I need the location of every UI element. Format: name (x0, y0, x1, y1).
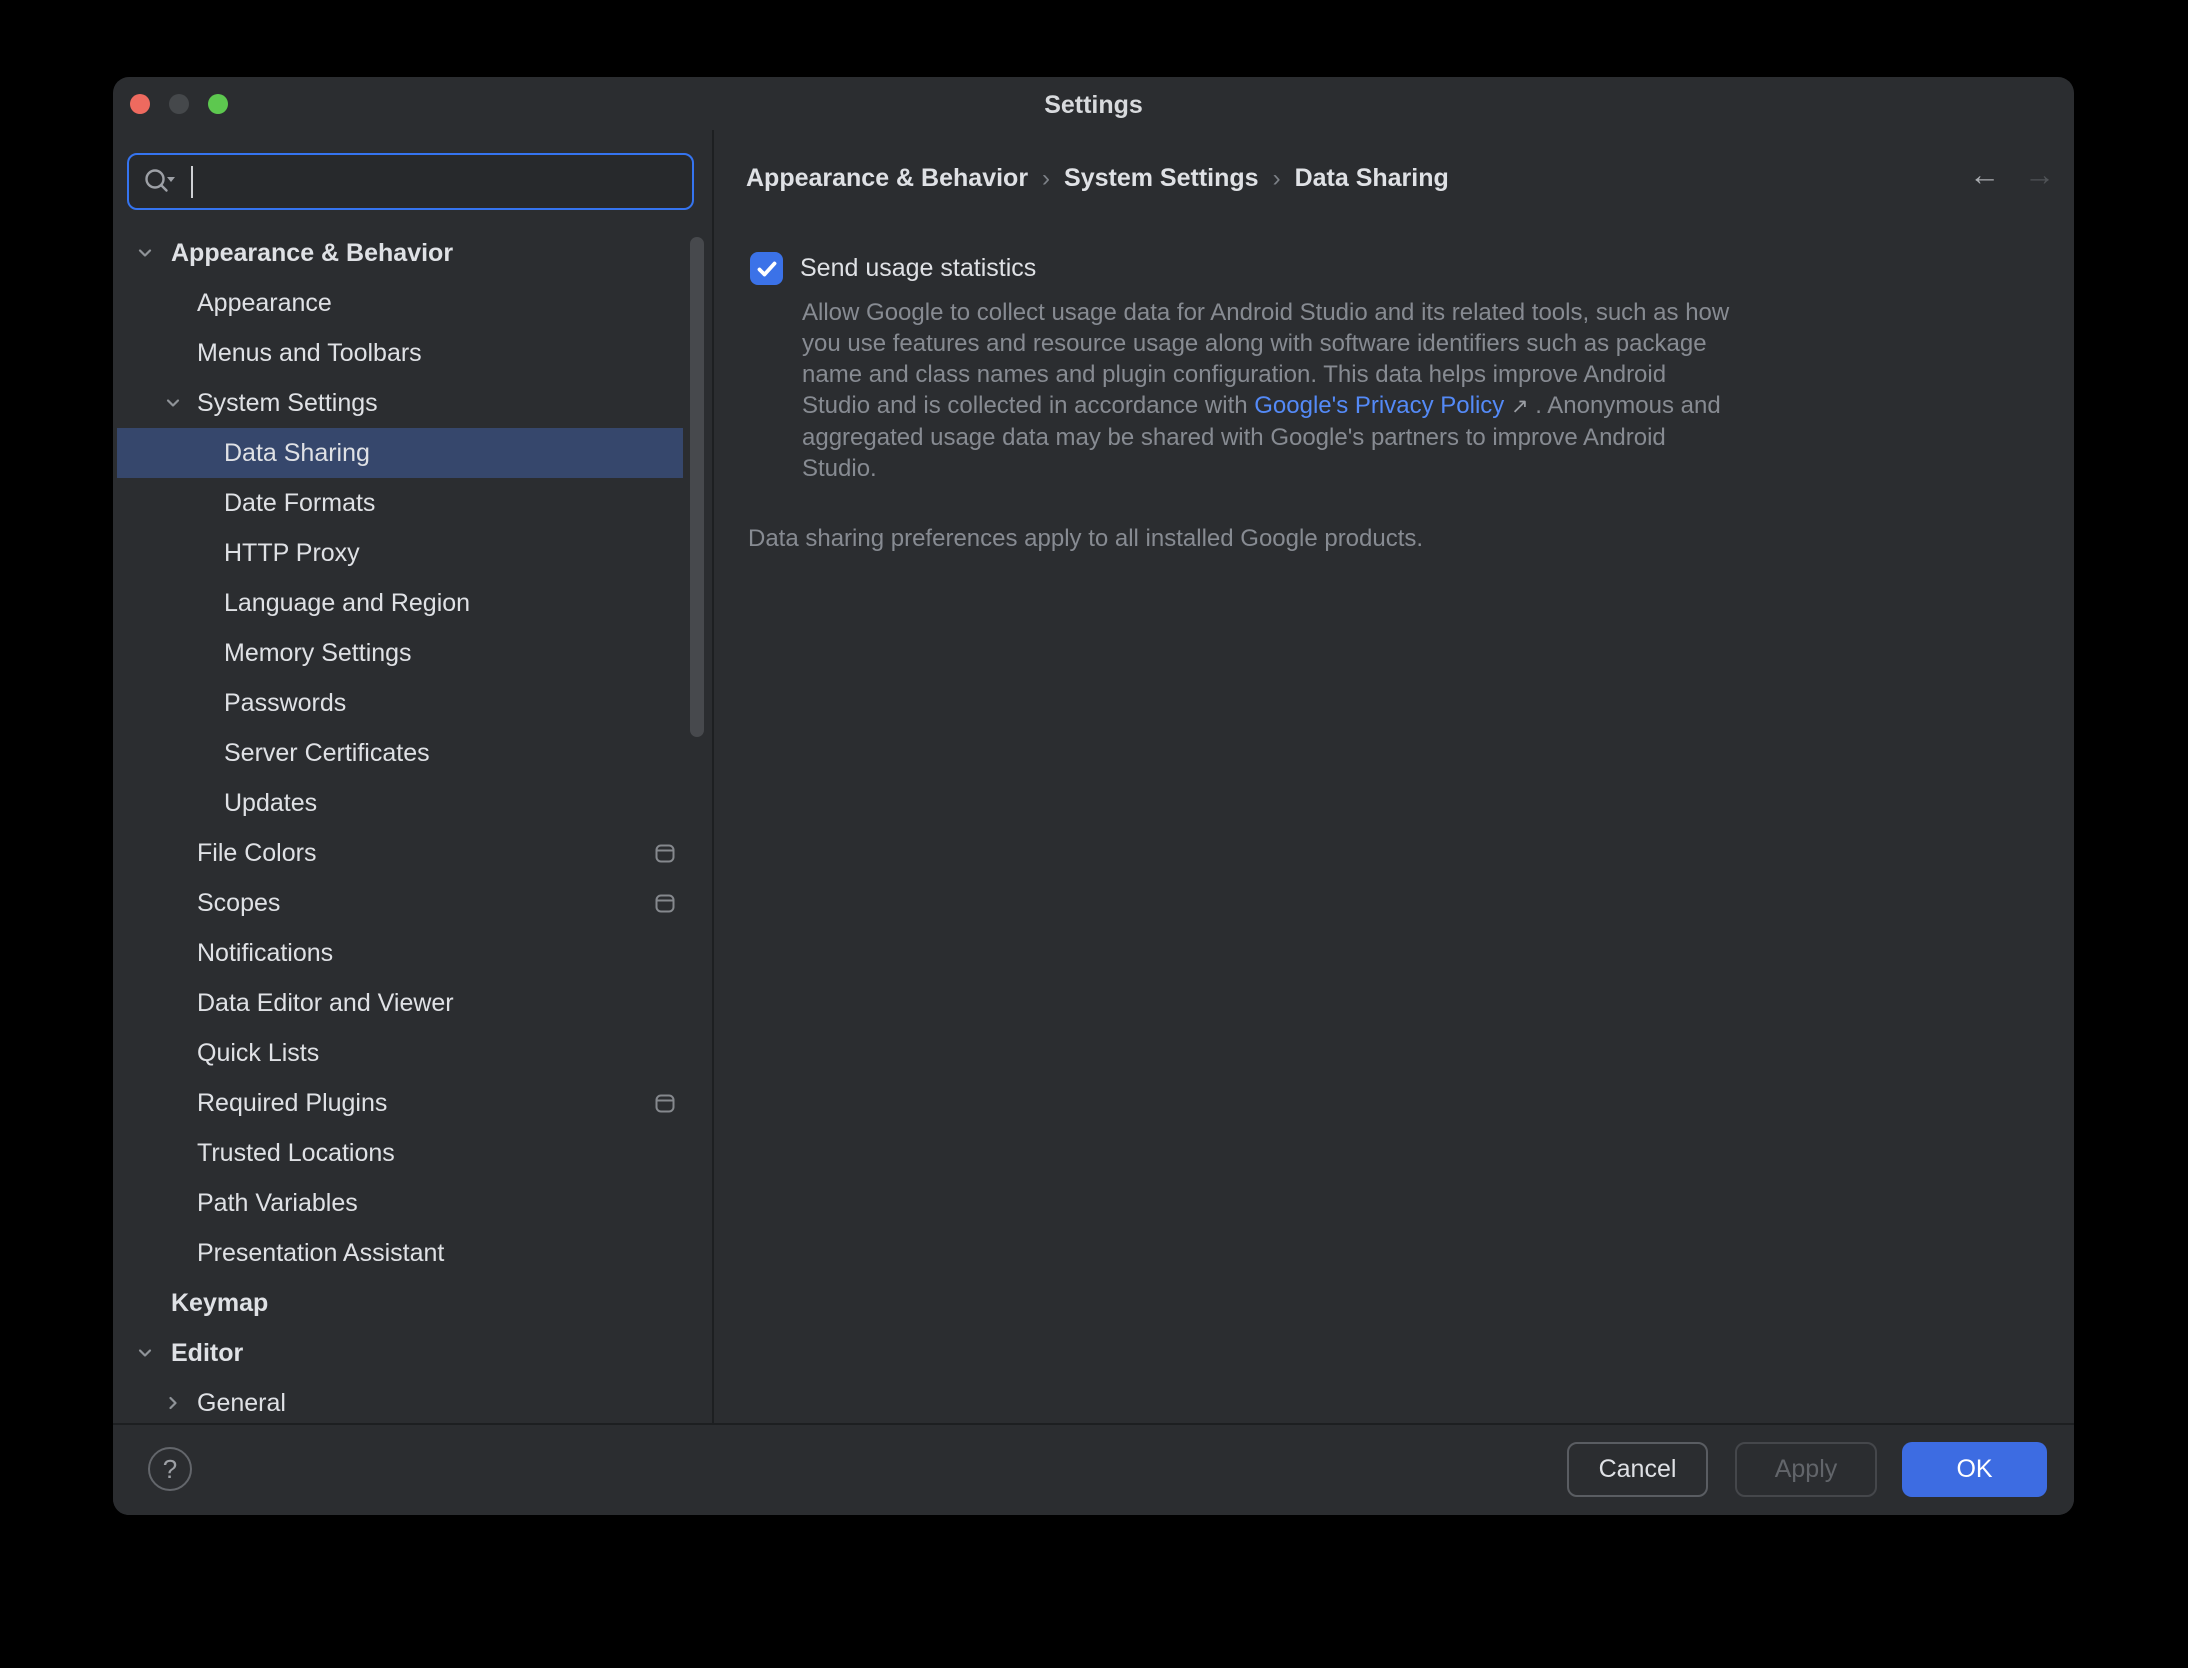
description-line: Studio and is collected in accordance wi… (802, 390, 1832, 422)
breadcrumb-appearance-behavior[interactable]: Appearance & Behavior (746, 164, 1028, 193)
sidebar-item-data-editor-and-viewer[interactable]: Data Editor and Viewer (117, 978, 683, 1028)
sidebar-item-scopes[interactable]: Scopes (117, 878, 683, 928)
sidebar-item-http-proxy[interactable]: HTTP Proxy (117, 528, 683, 578)
search-icon (142, 166, 178, 198)
sidebar-item-label: General (197, 1389, 286, 1418)
sidebar-item-label: Passwords (224, 689, 346, 718)
description-line: aggregated usage data may be shared with… (802, 422, 1832, 453)
breadcrumb-separator: › (1042, 165, 1050, 193)
sidebar-item-date-formats[interactable]: Date Formats (117, 478, 683, 528)
sidebar-item-label: Scopes (197, 889, 280, 918)
dialog-footer: ? Cancel Apply OK (113, 1423, 2074, 1515)
data-sharing-note: Data sharing preferences apply to all in… (748, 525, 1423, 553)
apply-button[interactable]: Apply (1735, 1442, 1877, 1497)
back-arrow-icon[interactable]: ← (1969, 159, 2000, 190)
settings-dialog: Settings Appearance & BehaviorAppearance… (113, 77, 2074, 1515)
content-pane: Appearance & Behavior › System Settings … (714, 77, 2074, 1423)
sidebar-item-notifications[interactable]: Notifications (117, 928, 683, 978)
sidebar-item-appearance-behavior[interactable]: Appearance & Behavior (117, 228, 683, 278)
sidebar-item-label: File Colors (197, 839, 316, 868)
sidebar-item-label: Appearance (197, 289, 332, 318)
sidebar-item-label: Appearance & Behavior (171, 239, 453, 268)
sidebar-item-label: Updates (224, 789, 317, 818)
sidebar-item-memory-settings[interactable]: Memory Settings (117, 628, 683, 678)
sidebar-item-trusted-locations[interactable]: Trusted Locations (117, 1128, 683, 1178)
description-line: you use features and resource usage alon… (802, 328, 1832, 359)
sidebar-item-appearance[interactable]: Appearance (117, 278, 683, 328)
usage-statistics-description: Allow Google to collect usage data for A… (802, 297, 1832, 484)
breadcrumb-data-sharing[interactable]: Data Sharing (1295, 164, 1449, 193)
question-mark-icon: ? (163, 1454, 177, 1485)
sidebar-item-label: System Settings (197, 389, 378, 418)
sidebar-item-updates[interactable]: Updates (117, 778, 683, 828)
cancel-button[interactable]: Cancel (1567, 1442, 1708, 1497)
help-button[interactable]: ? (148, 1447, 192, 1491)
sidebar-item-label: Data Sharing (224, 439, 370, 468)
privacy-policy-link[interactable]: Google's Privacy Policy (1254, 392, 1504, 419)
ok-button[interactable]: OK (1902, 1442, 2047, 1497)
sidebar-item-server-certificates[interactable]: Server Certificates (117, 728, 683, 778)
checkbox-label[interactable]: Send usage statistics (800, 254, 1036, 283)
send-usage-statistics-checkbox[interactable] (750, 252, 783, 285)
chevron-down-icon[interactable] (135, 1344, 155, 1362)
description-line: name and class names and plugin configur… (802, 359, 1832, 390)
window-icon (655, 1094, 675, 1113)
breadcrumb: Appearance & Behavior › System Settings … (746, 164, 1449, 193)
sidebar-item-required-plugins[interactable]: Required Plugins (117, 1078, 683, 1128)
send-usage-statistics-row[interactable]: Send usage statistics (750, 252, 1036, 285)
sidebar-item-label: Required Plugins (197, 1089, 387, 1118)
sidebar-item-label: Keymap (171, 1289, 268, 1318)
chevron-down-icon[interactable] (135, 244, 155, 262)
sidebar-item-label: Editor (171, 1339, 243, 1368)
sidebar-item-data-sharing[interactable]: Data Sharing (117, 428, 683, 478)
description-text: Studio and is collected in accordance wi… (802, 392, 1254, 419)
sidebar-scrollbar-thumb[interactable] (690, 237, 704, 737)
sidebar-item-label: HTTP Proxy (224, 539, 360, 568)
forward-arrow-icon[interactable]: → (2024, 159, 2055, 190)
description-line: Allow Google to collect usage data for A… (802, 297, 1832, 328)
search-box[interactable] (127, 153, 694, 210)
sidebar-item-label: Quick Lists (197, 1039, 319, 1068)
sidebar-item-presentation-assistant[interactable]: Presentation Assistant (117, 1228, 683, 1278)
checkmark-icon (756, 260, 778, 278)
sidebar-item-path-variables[interactable]: Path Variables (117, 1178, 683, 1228)
sidebar-item-label: Language and Region (224, 589, 470, 618)
sidebar-item-quick-lists[interactable]: Quick Lists (117, 1028, 683, 1078)
sidebar-item-system-settings[interactable]: System Settings (117, 378, 683, 428)
external-link-icon: ↗ (1511, 395, 1529, 418)
breadcrumb-separator: › (1273, 165, 1281, 193)
history-nav: ← → (1969, 159, 2055, 190)
settings-tree: Appearance & Behavior Appearance Menus and… (113, 228, 712, 1423)
description-line: Studio. (802, 453, 1832, 484)
sidebar-item-label: Memory Settings (224, 639, 412, 668)
sidebar-item-editor[interactable]: Editor (117, 1328, 683, 1378)
settings-sidebar: Appearance & Behavior Appearance Menus and… (113, 77, 712, 1423)
sidebar-item-label: Presentation Assistant (197, 1239, 444, 1268)
sidebar-item-general[interactable]: General (117, 1378, 683, 1423)
sidebar-item-label: Menus and Toolbars (197, 339, 422, 368)
description-text: . Anonymous and (1529, 392, 1721, 419)
sidebar-item-label: Date Formats (224, 489, 375, 518)
sidebar-item-language-and-region[interactable]: Language and Region (117, 578, 683, 628)
sidebar-item-file-colors[interactable]: File Colors (117, 828, 683, 878)
window-icon (655, 844, 675, 863)
search-input[interactable] (193, 167, 692, 196)
sidebar-item-label: Data Editor and Viewer (197, 989, 454, 1018)
window-icon (655, 894, 675, 913)
breadcrumb-system-settings[interactable]: System Settings (1064, 164, 1259, 193)
sidebar-item-label: Path Variables (197, 1189, 358, 1218)
sidebar-item-keymap[interactable]: Keymap (117, 1278, 683, 1328)
sidebar-item-label: Trusted Locations (197, 1139, 395, 1168)
sidebar-item-passwords[interactable]: Passwords (117, 678, 683, 728)
sidebar-item-label: Notifications (197, 939, 333, 968)
chevron-down-icon[interactable] (163, 394, 183, 412)
sidebar-item-menus-and-toolbars[interactable]: Menus and Toolbars (117, 328, 683, 378)
chevron-right-icon[interactable] (163, 1394, 183, 1412)
sidebar-item-label: Server Certificates (224, 739, 430, 768)
